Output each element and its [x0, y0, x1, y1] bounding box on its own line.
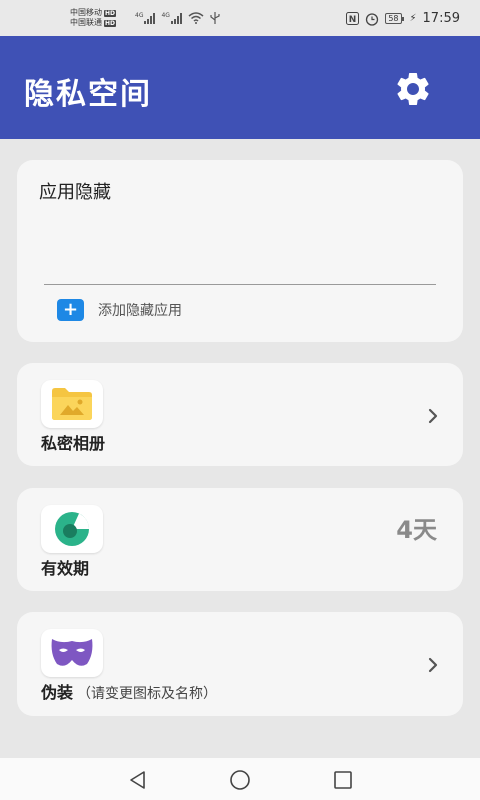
- recents-button[interactable]: [331, 768, 355, 792]
- signal-group: 4G 4G: [135, 12, 220, 24]
- gear-icon: [397, 72, 429, 105]
- folder-image-icon: [52, 388, 92, 420]
- recents-square-icon: [334, 771, 352, 789]
- carrier-info: 中国移动 HD 中国联通 HD: [70, 8, 117, 28]
- status-bar: 中国移动 HD 中国联通 HD 4G 4G N 58 ⚡ 17:59: [0, 0, 480, 36]
- album-label: 私密相册: [41, 434, 106, 453]
- carrier-1: 中国移动: [70, 8, 102, 17]
- battery-level: 58: [385, 13, 402, 24]
- add-hidden-app-label: 添加隐藏应用: [98, 303, 182, 319]
- app-hide-title: 应用隐藏: [39, 182, 111, 203]
- timer-icon: [55, 512, 89, 546]
- chevron-right-icon: [425, 656, 441, 674]
- status-right: N 58 ⚡ 17:59: [346, 11, 460, 26]
- usb-icon: [210, 12, 220, 24]
- network-type-1: 4G: [135, 12, 144, 19]
- disguise-card[interactable]: 伪装 （请变更图标及名称）: [17, 612, 463, 716]
- wifi-icon: [188, 12, 204, 24]
- validity-label: 有效期: [41, 559, 90, 578]
- validity-card[interactable]: 有效期 4天: [17, 488, 463, 591]
- home-circle-icon: [230, 770, 250, 790]
- mask-icon: [51, 639, 93, 666]
- alarm-icon: [366, 12, 379, 26]
- signal-2-icon: 4G: [161, 12, 182, 24]
- battery-icon: 58: [385, 13, 404, 24]
- signal-1-icon: 4G: [135, 12, 156, 24]
- back-button[interactable]: [126, 768, 150, 792]
- back-triangle-icon: [130, 771, 145, 789]
- page-title: 隐私空间: [24, 77, 152, 112]
- home-button[interactable]: [228, 768, 252, 792]
- settings-button[interactable]: [390, 66, 436, 112]
- hd-badge-2: HD: [104, 19, 117, 27]
- app-hide-card: 应用隐藏 + 添加隐藏应用: [17, 160, 463, 342]
- navigation-bar: [0, 758, 480, 800]
- plus-icon: +: [57, 299, 84, 321]
- private-album-card[interactable]: 私密相册: [17, 363, 463, 466]
- disguise-icon-tile: [41, 629, 103, 677]
- divider: [44, 284, 436, 285]
- add-hidden-app-button[interactable]: + 添加隐藏应用: [57, 299, 182, 321]
- carrier-2: 中国联通: [70, 18, 102, 27]
- charging-icon: ⚡: [409, 13, 417, 24]
- hd-badge-1: HD: [104, 9, 117, 17]
- chevron-right-icon: [425, 407, 441, 425]
- validity-icon-tile: [41, 505, 103, 553]
- album-icon-tile: [41, 380, 103, 428]
- network-type-2: 4G: [161, 12, 170, 19]
- clock: 17:59: [422, 11, 460, 26]
- disguise-label: 伪装: [41, 683, 74, 702]
- disguise-sublabel: （请变更图标及名称）: [77, 686, 218, 702]
- validity-days: 4天: [396, 516, 437, 544]
- app-header: 隐私空间: [0, 36, 480, 139]
- disguise-label-row: 伪装 （请变更图标及名称）: [41, 679, 217, 703]
- nfc-icon: N: [346, 12, 360, 25]
- svg-text:N: N: [349, 15, 357, 25]
